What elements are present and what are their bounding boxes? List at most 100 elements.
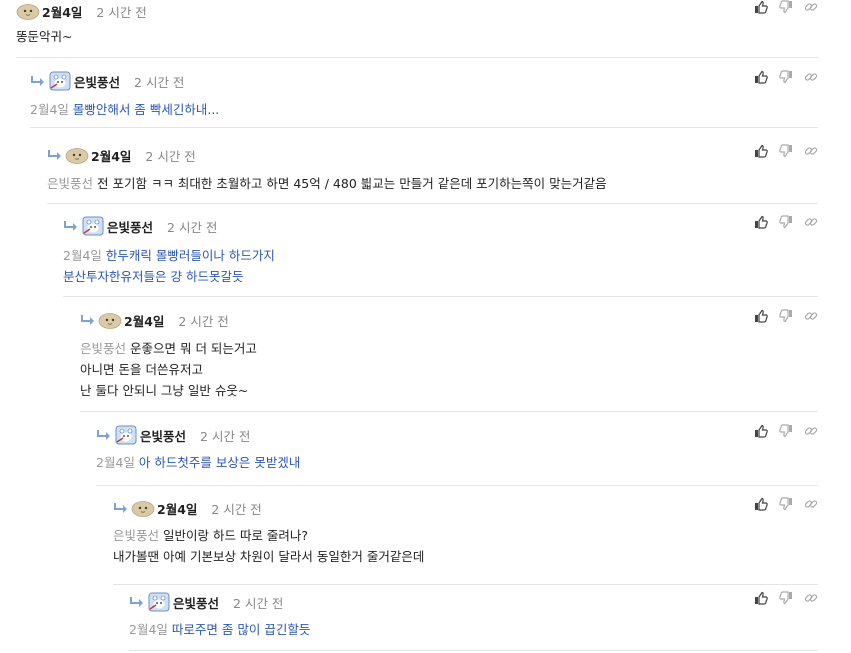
thumbs-down-icon[interactable] [779, 215, 793, 229]
comment-header: 은빛풍선 2 시간 전 [96, 424, 250, 446]
link-icon[interactable] [804, 0, 818, 14]
thumbs-up-icon[interactable] [754, 591, 768, 605]
comment-actions [754, 309, 818, 323]
thumbs-up-icon[interactable] [754, 497, 768, 511]
comment-item: 2월4일 2 시간 전똥둔악귀~ [16, 0, 818, 58]
thumbs-down-icon[interactable] [779, 424, 793, 438]
mention-tag[interactable]: 2월4일 [30, 102, 69, 117]
comment-body: 2월4일 한두캐릭 몰빵러들이나 하드가지분산투자한유저들은 걍 하드못갈듯 [63, 245, 275, 287]
thumbs-up-icon[interactable] [754, 309, 768, 323]
comment-author[interactable]: 은빛풍선 [173, 593, 219, 612]
link-icon[interactable] [804, 144, 818, 158]
comment-item: 은빛풍선 2 시간 전 2월4일 따로주면 좀 많이 끕긴할듯 [129, 591, 818, 651]
comment-body: 2월4일 아 하드첫주를 보상은 못받겠내 [96, 452, 300, 473]
reply-arrow-icon [31, 76, 44, 86]
comment-timestamp: 2 시간 전 [134, 74, 185, 90]
comment-divider [16, 57, 818, 58]
comment-actions [754, 591, 818, 605]
comment-actions [754, 144, 818, 158]
reply-arrow-icon [81, 315, 94, 325]
comment-divider [63, 296, 818, 297]
comment-actions [754, 0, 818, 14]
link-icon[interactable] [804, 424, 818, 438]
comment-item: 2월4일 2 시간 전 은빛풍선 전 포기함 ㅋㅋ 최대한 초월하고 하면 45억 /… [47, 144, 818, 204]
comment-item: 2월4일 2 시간 전은빛풍선 운좋으면 뭐 더 되는거고아니면 돈을 더쓴유저고난… [80, 309, 818, 412]
comment-timestamp: 2 시간 전 [178, 313, 229, 329]
comment-divider [113, 584, 818, 585]
comment-body: 은빛풍선 일반이랑 하드 따로 줄려나? 내가볼땐 아예 기본보상 차원이 달라서 … [113, 525, 424, 567]
mention-tag[interactable]: 2월4일 [63, 248, 102, 263]
reply-arrow-icon [48, 150, 61, 160]
comment-actions [754, 497, 818, 511]
mention-tag[interactable]: 은빛풍선 [113, 528, 159, 543]
comment-item: 은빛풍선 2 시간 전 2월4일 한두캐릭 몰빵러들이나 하드가지분산투자한유저들은 … [63, 215, 818, 297]
link-icon[interactable] [804, 309, 818, 323]
thumbs-down-icon[interactable] [779, 497, 793, 511]
comment-text: 따로주면 좀 많이 끕긴할듯 [171, 622, 311, 637]
comment-line: 은빛풍선 운좋으면 뭐 더 되는거고 [80, 338, 257, 359]
link-icon[interactable] [804, 497, 818, 511]
potato-avatar-icon [98, 313, 122, 329]
comment-text: 내가볼땐 아예 기본보상 차원이 달라서 동일한거 줄거같은데 [113, 549, 425, 564]
comment-timestamp: 2 시간 전 [200, 428, 251, 444]
comment-line: 2월4일 한두캐릭 몰빵러들이나 하드가지 [63, 245, 275, 266]
link-icon[interactable] [804, 70, 818, 84]
comment-item: 2월4일 2 시간 전은빛풍선 일반이랑 하드 따로 줄려나? 내가볼땐 아예 기본보… [113, 497, 818, 585]
comment-line: 아니면 돈을 더쓴유저고 [80, 359, 257, 380]
thumbs-up-icon[interactable] [754, 0, 768, 14]
bear-avatar-icon [82, 216, 104, 236]
comment-text: 분산투자한유저들은 걍 하드못갈듯 [63, 269, 244, 284]
thumbs-up-icon[interactable] [754, 215, 768, 229]
comment-author[interactable]: 은빛풍선 [140, 426, 186, 445]
link-icon[interactable] [804, 215, 818, 229]
thumbs-down-icon[interactable] [779, 309, 793, 323]
comment-body: 2월4일 몰빵안해서 좀 빡세긴하내... [30, 99, 219, 120]
comment-author[interactable]: 2월4일 [91, 146, 131, 165]
comment-actions [754, 70, 818, 84]
comment-divider [47, 203, 818, 204]
comment-body: 2월4일 따로주면 좀 많이 끕긴할듯 [129, 619, 310, 640]
bear-avatar-icon [148, 592, 170, 612]
thumbs-up-icon[interactable] [754, 424, 768, 438]
thumbs-down-icon[interactable] [779, 144, 793, 158]
comment-line: 난 둘다 안되니 그냥 일반 슈웃~ [80, 380, 257, 401]
comment-text: 아니면 돈을 더쓴유저고 [80, 362, 203, 377]
comment-text: 몰빵안해서 좀 빡세긴하내... [72, 102, 220, 117]
comment-line: 똥둔악귀~ [16, 26, 72, 47]
comment-text: 일반이랑 하드 따로 줄려나? [163, 528, 309, 543]
thumbs-up-icon[interactable] [754, 144, 768, 158]
comment-header: 은빛풍선 2 시간 전 [63, 215, 217, 237]
potato-avatar-icon [65, 148, 89, 164]
link-icon[interactable] [804, 591, 818, 605]
comment-actions [754, 215, 818, 229]
potato-avatar-icon [16, 4, 40, 20]
comment-author[interactable]: 은빛풍선 [74, 72, 120, 91]
comment-header: 2월4일 2 시간 전 [80, 309, 229, 331]
comment-timestamp: 2 시간 전 [96, 4, 147, 20]
mention-tag[interactable]: 2월4일 [96, 455, 135, 470]
thumbs-down-icon[interactable] [779, 591, 793, 605]
mention-tag[interactable]: 은빛풍선 [80, 341, 126, 356]
comment-line: 내가볼땐 아예 기본보상 차원이 달라서 동일한거 줄거같은데 [113, 546, 424, 567]
comment-text: 난 둘다 안되니 그냥 일반 슈웃~ [80, 383, 249, 398]
comment-divider [80, 411, 818, 412]
comment-line: 2월4일 따로주면 좀 많이 끕긴할듯 [129, 619, 310, 640]
comment-item: 은빛풍선 2 시간 전 2월4일 아 하드첫주를 보상은 못받겠내 [96, 424, 818, 486]
comment-author[interactable]: 2월4일 [124, 311, 164, 330]
thumbs-up-icon[interactable] [754, 70, 768, 84]
comment-header: 은빛풍선 2 시간 전 [30, 70, 184, 92]
comment-body: 은빛풍선 전 포기함 ㅋㅋ 최대한 초월하고 하면 45억 / 480 븳교는 만… [47, 173, 607, 194]
mention-tag[interactable]: 은빛풍선 [47, 176, 93, 191]
thumbs-down-icon[interactable] [779, 0, 793, 14]
reply-arrow-icon [64, 221, 77, 231]
comment-text: 똥둔악귀~ [16, 29, 73, 44]
comment-author[interactable]: 은빛풍선 [107, 217, 153, 236]
mention-tag[interactable]: 2월4일 [129, 622, 168, 637]
comment-author[interactable]: 2월4일 [157, 499, 197, 518]
comment-line: 은빛풍선 전 포기함 ㅋㅋ 최대한 초월하고 하면 45억 / 480 븳교는 만… [47, 173, 607, 194]
reply-arrow-icon [97, 430, 110, 440]
comment-line: 분산투자한유저들은 걍 하드못갈듯 [63, 266, 275, 287]
comment-header: 2월4일 2 시간 전 [113, 497, 262, 519]
comment-author[interactable]: 2월4일 [42, 2, 82, 21]
thumbs-down-icon[interactable] [779, 70, 793, 84]
